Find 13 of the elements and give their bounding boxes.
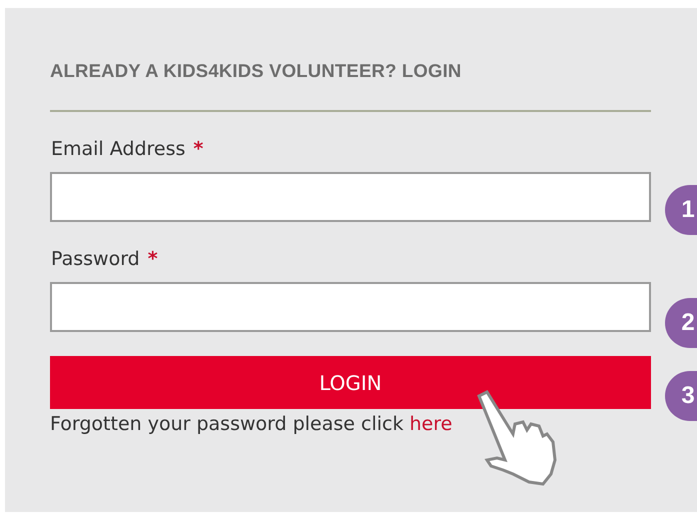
field-label: Email Address [51, 138, 186, 160]
here-link[interactable]: here [410, 413, 452, 435]
step-number-badge: 1 [665, 185, 697, 235]
field-label: Password [51, 248, 140, 270]
step-number-badge: 2 [665, 298, 697, 348]
section-heading: ALREADY A KIDS4KIDS VOLUNTEER? LOGIN [50, 60, 462, 82]
required-mark: * [193, 138, 204, 160]
step-number-badge: 3 [665, 371, 697, 421]
login-button[interactable]: LOGIN [50, 356, 651, 409]
forgot-password-text: Forgotten your password please click here [50, 413, 454, 435]
input-field[interactable] [50, 282, 651, 332]
input-field[interactable] [50, 172, 651, 222]
required-mark: * [148, 248, 158, 270]
